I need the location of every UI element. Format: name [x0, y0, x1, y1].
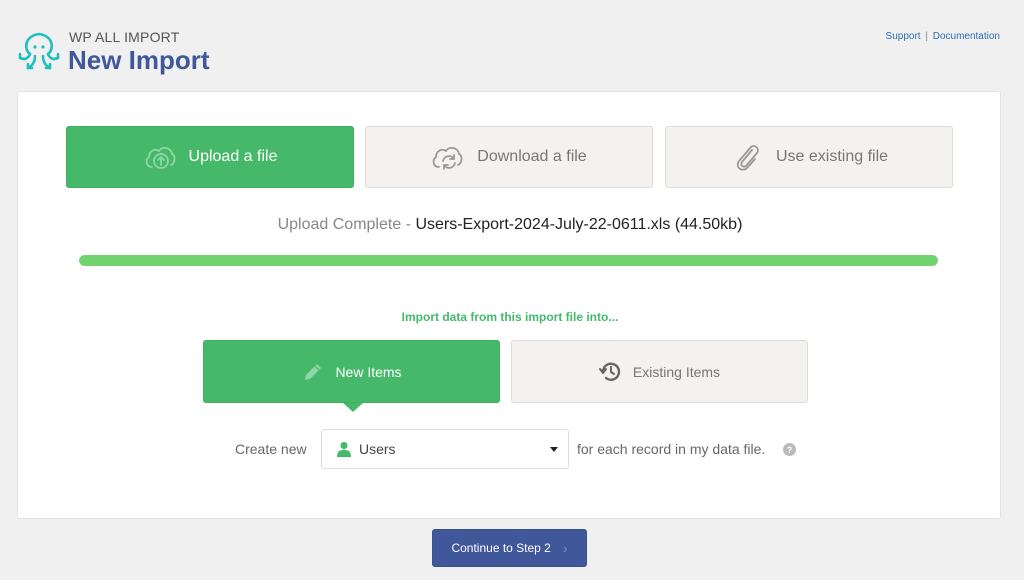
upload-status-separator: -: [401, 216, 416, 233]
new-items-button[interactable]: New Items: [203, 340, 500, 403]
help-links: Support | Documentation: [886, 31, 1000, 42]
upload-progress-bar: [79, 255, 938, 266]
caret-down-icon: [550, 447, 558, 452]
import-into-heading: Import data from this import file into..…: [401, 310, 619, 324]
upload-status: Upload Complete - Users-Export-2024-July…: [0, 216, 1020, 234]
cloud-sync-icon: [431, 142, 465, 172]
pencil-icon: [301, 360, 325, 384]
paperclip-icon: [730, 142, 764, 172]
continue-to-step-2-button[interactable]: Continue to Step 2 ›: [432, 529, 587, 567]
link-separator: |: [925, 31, 928, 42]
page-title: New Import: [68, 45, 210, 75]
user-icon: [337, 442, 351, 457]
octopus-logo-icon: [18, 32, 60, 70]
uploaded-file-size: (44.50kb): [674, 216, 743, 233]
documentation-link[interactable]: Documentation: [933, 31, 1000, 42]
create-new-label: Create new: [235, 441, 307, 457]
brand-name: WP ALL IMPORT: [69, 29, 180, 45]
continue-label: Continue to Step 2: [451, 541, 551, 555]
post-type-select[interactable]: Users: [321, 429, 569, 469]
upload-file-label: Upload a file: [188, 148, 278, 165]
help-icon[interactable]: ?: [783, 443, 796, 456]
chevron-right-icon: ›: [562, 540, 568, 556]
create-new-suffix: for each record in my data file.: [577, 441, 766, 457]
post-type-selected: Users: [359, 441, 396, 457]
upload-file-button[interactable]: Upload a file: [66, 126, 354, 188]
cloud-upload-icon: [143, 142, 177, 172]
selected-pointer: [343, 403, 363, 412]
existing-items-button[interactable]: Existing Items: [511, 340, 808, 403]
download-file-button[interactable]: Download a file: [365, 126, 653, 188]
support-link[interactable]: Support: [886, 31, 921, 42]
upload-progress-fill: [79, 255, 938, 266]
page-header: WP ALL IMPORT New Import Support | Docum…: [0, 0, 1024, 90]
existing-items-label: Existing Items: [632, 363, 721, 380]
uploaded-file-name: Users-Export-2024-July-22-0611.xls: [415, 216, 671, 233]
upload-status-text: Upload Complete: [277, 216, 402, 233]
use-existing-file-label: Use existing file: [775, 148, 889, 165]
use-existing-file-button[interactable]: Use existing file: [665, 126, 953, 188]
history-icon: [598, 360, 623, 384]
download-file-label: Download a file: [477, 148, 587, 165]
new-items-label: New Items: [335, 363, 402, 380]
